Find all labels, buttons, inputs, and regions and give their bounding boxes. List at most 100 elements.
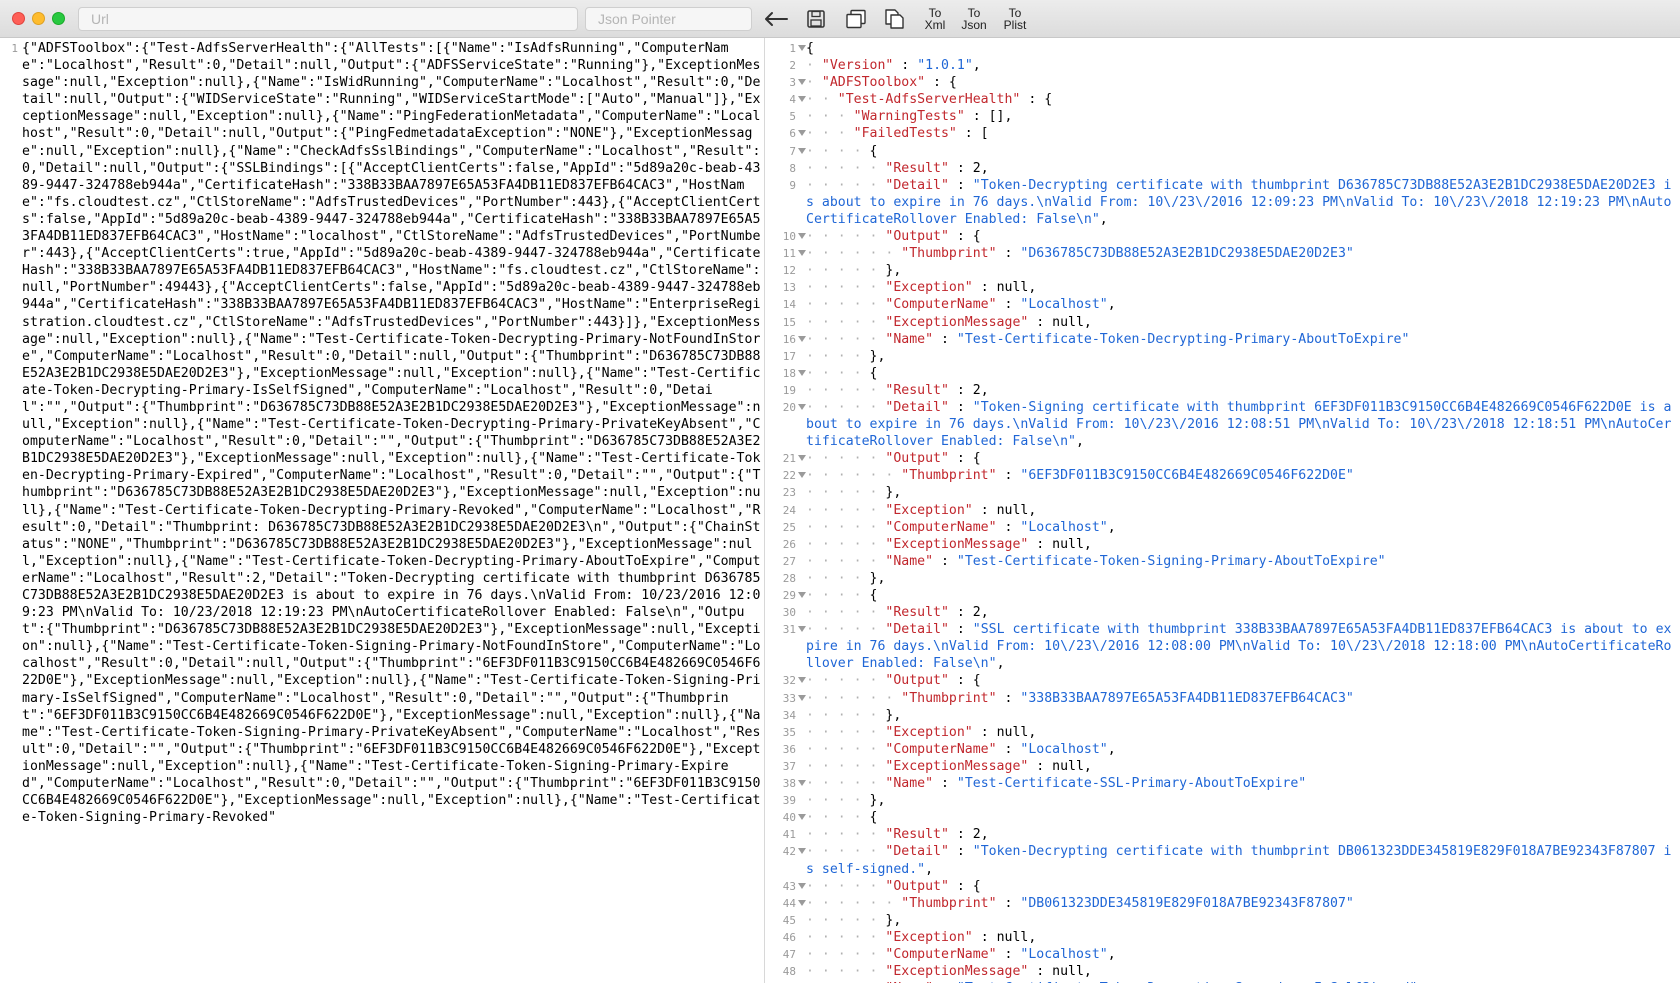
window-minimize-button[interactable] — [32, 12, 45, 25]
json-punctuation: : — [972, 929, 997, 945]
json-key: "ComputerName" — [885, 946, 997, 962]
json-line: 30 · · · · · "Result" : 2, — [766, 604, 1680, 621]
line-number: 44 — [782, 896, 796, 910]
json-line-content: · · · · · "ComputerName" : "Localhost", — [806, 946, 1674, 963]
line-number: 22 — [782, 469, 796, 483]
json-punctuation: : — [933, 776, 957, 792]
fold-triangle-icon[interactable] — [798, 403, 806, 410]
json-key: "Test-AdfsServerHealth" — [837, 92, 1021, 108]
json-literal-value: 2 — [972, 382, 981, 398]
line-number: 26 — [782, 537, 796, 551]
json-punctuation: { — [869, 588, 878, 603]
fold-triangle-icon[interactable] — [798, 79, 806, 86]
json-line-content: · · · · · "Detail" : "Token-Decrypting c… — [806, 843, 1674, 877]
json-line-content: · · · · · · "Thumbprint" : "6EF3DF011B3C… — [806, 467, 1674, 484]
line-number: 25 — [782, 520, 796, 534]
fold-triangle-icon[interactable] — [798, 369, 806, 376]
pretty-json-viewer[interactable]: 1{2 · "Version" : "1.0.1", 3 · "ADFSToolbox… — [766, 38, 1680, 983]
fold-triangle-icon[interactable] — [798, 677, 806, 684]
json-key: "Result" — [885, 382, 949, 398]
fold-triangle-icon[interactable] — [798, 694, 806, 701]
line-number: 43 — [782, 879, 796, 893]
line-number: 19 — [782, 383, 796, 397]
fold-triangle-icon[interactable] — [798, 335, 806, 342]
fold-triangle-icon[interactable] — [798, 147, 806, 154]
json-punctuation: }, — [885, 707, 902, 723]
json-punctuation: , — [980, 160, 989, 176]
json-punctuation: : { — [948, 673, 981, 689]
fold-triangle-icon[interactable] — [798, 882, 806, 889]
fold-triangle-icon[interactable] — [798, 472, 806, 479]
json-key: "Output" — [885, 673, 949, 689]
url-input[interactable] — [78, 7, 578, 31]
json-punctuation: : — [948, 177, 973, 193]
fold-triangle-icon[interactable] — [798, 899, 806, 906]
json-punctuation: : — [996, 297, 1021, 313]
json-punctuation: : — [996, 519, 1021, 535]
fold-triangle-icon[interactable] — [798, 130, 806, 137]
indent-guide: · · · · — [806, 365, 870, 381]
fold-triangle-icon[interactable] — [798, 848, 806, 855]
fold-triangle-icon[interactable] — [798, 626, 806, 633]
json-literal-value: 2 — [972, 605, 981, 621]
json-punctuation: : — [948, 399, 973, 415]
json-line-content: · · · · · "Result" : 2, — [806, 604, 1674, 621]
indent-guide: · · · · · — [806, 605, 886, 621]
indent-guide: · · · · — [806, 143, 870, 159]
json-punctuation: , — [1075, 434, 1084, 450]
json-line-content: · · · · · "Detail" : "Token-Signing cert… — [806, 399, 1674, 450]
json-line: 6 · · · "FailedTests" : [ — [766, 125, 1680, 142]
to-json-button[interactable]: To Json — [954, 4, 994, 34]
raw-json-editor[interactable]: 1 {"ADFSToolbox":{"Test-AdfsServerHealth… — [0, 38, 765, 983]
copy-button[interactable] — [843, 5, 869, 33]
fold-triangle-icon[interactable] — [798, 814, 806, 821]
indent-guide: · · · · · — [806, 263, 886, 279]
json-pointer-input[interactable] — [585, 7, 752, 31]
save-button[interactable] — [804, 5, 828, 33]
json-punctuation: : — [996, 946, 1021, 962]
fold-triangle-icon[interactable] — [798, 455, 806, 462]
json-line: 8 · · · · · "Result" : 2, — [766, 160, 1680, 177]
line-number: 40 — [782, 811, 796, 825]
json-line-content: · · · · · "ExceptionMessage" : null, — [806, 758, 1674, 775]
json-line-content: · · · · · "Exception" : null, — [806, 279, 1674, 296]
json-line: 31 · · · · · "Detail" : "SSL certificate … — [766, 621, 1680, 672]
fold-triangle-icon[interactable] — [798, 250, 806, 257]
json-line: 10 · · · · · "Output" : { — [766, 228, 1680, 245]
json-punctuation: , — [996, 656, 1005, 672]
window-zoom-button[interactable] — [52, 12, 65, 25]
line-number: 36 — [782, 742, 796, 756]
json-key: "Detail" — [885, 177, 949, 193]
json-key: "ADFSToolbox" — [821, 75, 926, 91]
fold-triangle-icon[interactable] — [798, 233, 806, 240]
json-line: 20 · · · · · "Detail" : "Token-Signing ce… — [766, 399, 1680, 450]
fold-triangle-icon[interactable] — [798, 592, 806, 598]
raw-json-text[interactable]: {"ADFSToolbox":{"Test-AdfsServerHealth":… — [22, 40, 762, 826]
to-xml-button[interactable]: To Xml — [915, 4, 955, 34]
json-punctuation: : { — [925, 75, 957, 91]
json-key: "ExceptionMessage" — [885, 314, 1029, 330]
window-close-button[interactable] — [12, 12, 25, 25]
json-punctuation: , — [1107, 741, 1116, 757]
fold-triangle-icon[interactable] — [798, 96, 806, 103]
line-number: 5 — [789, 110, 796, 124]
json-punctuation: , — [1083, 758, 1092, 774]
to-plist-label: To Plist — [1003, 6, 1027, 32]
save-icon — [807, 10, 825, 28]
back-button[interactable] — [761, 5, 791, 33]
json-line: 29 · · · · { — [766, 587, 1680, 604]
to-plist-button[interactable]: To Plist — [995, 4, 1035, 34]
json-string-value: "Test-Certificate-SSL-Primary-AboutToExp… — [956, 776, 1307, 792]
json-literal-value: null — [996, 502, 1029, 518]
line-number: 23 — [782, 486, 796, 500]
json-line: 21 · · · · · "Output" : { — [766, 450, 1680, 467]
line-number: 4 — [789, 93, 796, 107]
json-punctuation: : { — [948, 229, 981, 245]
json-line: 24 · · · · · "Exception" : null, — [766, 502, 1680, 519]
fold-triangle-icon[interactable] — [798, 45, 806, 51]
json-punctuation: : — [948, 827, 973, 843]
fold-triangle-icon[interactable] — [798, 780, 806, 787]
paste-button[interactable] — [881, 5, 907, 33]
json-literal-value: null — [1052, 536, 1084, 552]
indent-guide: · · · · — [806, 570, 870, 586]
